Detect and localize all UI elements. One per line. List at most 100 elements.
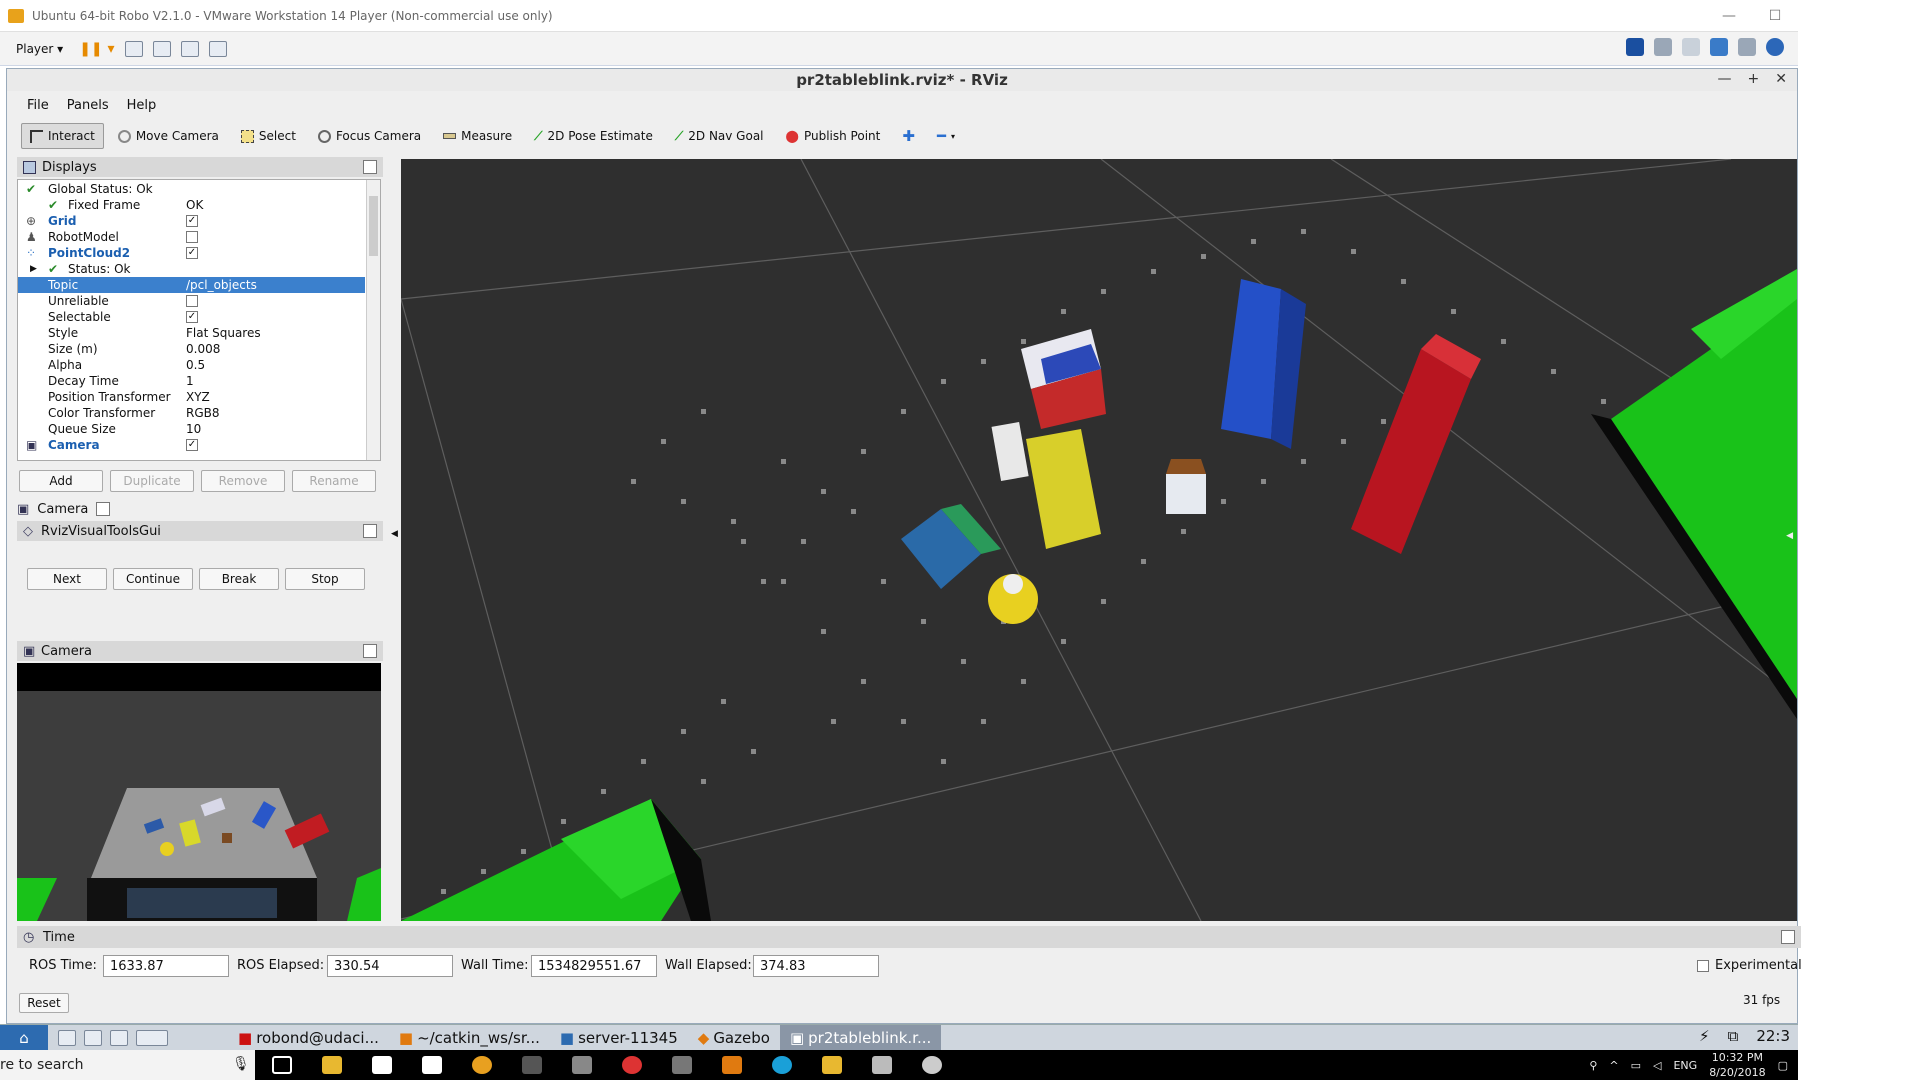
rviz-minimize-button[interactable]: — (1718, 71, 1732, 87)
vmware-taskbar-icon[interactable] (822, 1056, 842, 1074)
network-device-icon[interactable] (1626, 38, 1644, 56)
udacity-icon[interactable] (772, 1056, 792, 1074)
window-icon[interactable] (110, 1029, 128, 1046)
media-icon[interactable] (622, 1056, 642, 1074)
decay-row[interactable]: Decay Time 1 (18, 373, 365, 389)
alpha-value[interactable]: 0.5 (186, 358, 205, 372)
viewport-collapse-arrow-icon[interactable]: ◀ (1786, 531, 1793, 541)
unreliable-row[interactable]: Unreliable (18, 293, 365, 309)
queue-size-row[interactable]: Queue Size 10 (18, 421, 365, 437)
topic-value[interactable]: /pcl_objects (186, 278, 257, 292)
language-indicator[interactable]: ENG (1673, 1059, 1697, 1072)
taskbar-server[interactable]: ■ server-11345 (550, 1025, 688, 1051)
removable-devices-icon[interactable] (152, 40, 171, 57)
pose-estimate-tool-button[interactable]: ⟋ 2D Pose Estimate (526, 123, 661, 149)
move-camera-tool-button[interactable]: Move Camera (110, 123, 227, 149)
displays-scrollbar[interactable] (366, 180, 380, 460)
select-tool-button[interactable]: Select (233, 123, 304, 149)
remove-tool-button[interactable]: ━ ▾ (929, 123, 963, 149)
vm-maximize-button[interactable]: ☐ (1752, 0, 1798, 32)
ros-time-field[interactable]: 1633.87 (103, 955, 229, 977)
add-tool-button[interactable]: ✚ (894, 123, 923, 149)
size-value[interactable]: 0.008 (186, 342, 220, 356)
camera-tool-checkbox[interactable] (96, 502, 111, 516)
unity-icon[interactable] (208, 40, 227, 57)
style-value[interactable]: Flat Squares (186, 326, 261, 340)
decay-value[interactable]: 1 (186, 374, 194, 388)
power-icon[interactable]: ⚡ (1699, 1027, 1710, 1045)
store-icon[interactable] (372, 1056, 392, 1074)
game-icon[interactable] (672, 1056, 692, 1074)
workspace-icon[interactable] (136, 1029, 168, 1046)
wall-time-field[interactable]: 1534829551.67 (531, 955, 657, 977)
rename-display-button[interactable]: Rename (292, 470, 376, 492)
queue-size-value[interactable]: 10 (186, 422, 201, 436)
wall-elapsed-field[interactable]: 374.83 (753, 955, 879, 977)
status-ok-row[interactable]: ▶ ✔ Status: Ok (18, 261, 365, 277)
unreliable-checkbox[interactable] (186, 295, 198, 307)
rviz-close-button[interactable]: ✕ (1775, 71, 1787, 87)
fixed-frame-row[interactable]: ✔ Fixed Frame OK (18, 197, 365, 213)
pointcloud2-row[interactable]: ⁘ PointCloud2 ✓ (18, 245, 365, 261)
menu-help[interactable]: Help (127, 98, 157, 113)
files-icon[interactable] (58, 1029, 76, 1046)
global-status-row[interactable]: ✔ Global Status: Ok (18, 181, 365, 197)
next-button[interactable]: Next (27, 568, 107, 590)
pointcloud2-checkbox[interactable]: ✓ (186, 247, 198, 259)
fit-guest-icon[interactable] (180, 40, 199, 57)
network-icon[interactable]: ⧉ (1728, 1027, 1739, 1045)
window-app-icon[interactable] (872, 1056, 892, 1074)
scrollbar-thumb[interactable] (369, 196, 378, 256)
add-display-button[interactable]: Add (19, 470, 103, 492)
player-menu-button[interactable]: Player ▾ (10, 40, 69, 58)
ros-elapsed-field[interactable]: 330.54 (327, 955, 453, 977)
displays-float-checkbox[interactable] (363, 160, 377, 174)
visual-tools-float-checkbox[interactable] (363, 524, 377, 538)
camera-panel-float-checkbox[interactable] (363, 644, 377, 658)
grid-row[interactable]: ⊕ Grid ✓ (18, 213, 365, 229)
chrome-icon[interactable] (472, 1056, 492, 1074)
disk-device-icon[interactable] (1654, 38, 1672, 56)
focus-camera-tool-button[interactable]: Focus Camera (310, 123, 429, 149)
topic-row[interactable]: Topic/pcl_objects (18, 277, 365, 293)
selectable-checkbox[interactable]: ✓ (186, 311, 198, 323)
camera-checkbox[interactable]: ✓ (186, 439, 198, 451)
task-view-icon[interactable] (272, 1056, 292, 1074)
nav-goal-tool-button[interactable]: ⟋ 2D Nav Goal (667, 123, 772, 149)
taskbar-gazebo[interactable]: ◆ Gazebo (688, 1025, 780, 1051)
rviz-maximize-button[interactable]: + (1748, 71, 1760, 87)
alpha-row[interactable]: Alpha 0.5 (18, 357, 365, 373)
robot-model-row[interactable]: ♟ RobotModel (18, 229, 365, 245)
camera-row[interactable]: ▣ Camera ✓ (18, 437, 365, 453)
duplicate-display-button[interactable]: Duplicate (110, 470, 194, 492)
color-transformer-row[interactable]: Color Transformer RGB8 (18, 405, 365, 421)
interact-tool-button[interactable]: Interact (21, 123, 104, 149)
tray-network-icon[interactable]: ▭ (1631, 1059, 1641, 1072)
cd-device-icon[interactable] (1682, 38, 1700, 56)
microphone-icon[interactable]: 🎙 (232, 1056, 250, 1072)
taskbar-editor[interactable]: ■ ~/catkin_ws/sr... (389, 1025, 550, 1051)
style-row[interactable]: Style Flat Squares (18, 325, 365, 341)
tray-chevron-icon[interactable]: ^ (1609, 1059, 1618, 1072)
remove-display-button[interactable]: Remove (201, 470, 285, 492)
time-float-checkbox[interactable] (1781, 930, 1795, 944)
position-transformer-row[interactable]: Position Transformer XYZ (18, 389, 365, 405)
robot-model-checkbox[interactable] (186, 231, 198, 243)
color-transformer-value[interactable]: RGB8 (186, 406, 220, 420)
guest-menu-button[interactable]: ⌂ (0, 1024, 48, 1051)
expand-arrow-icon[interactable]: ▶ (30, 264, 37, 274)
camera-view[interactable] (17, 663, 381, 921)
collapse-panel-arrow-icon[interactable]: ◀ (391, 529, 398, 539)
help-device-icon[interactable] (1766, 38, 1784, 56)
size-row[interactable]: Size (m) 0.008 (18, 341, 365, 357)
taskbar-rviz[interactable]: ▣ pr2tableblink.r... (779, 1024, 942, 1051)
measure-tool-button[interactable]: Measure (435, 123, 520, 149)
3d-viewport[interactable]: ◀ (401, 159, 1797, 921)
sound-device-icon[interactable] (1738, 38, 1756, 56)
experimental-checkbox[interactable] (1697, 960, 1709, 972)
continue-button[interactable]: Continue (113, 568, 193, 590)
pause-icon[interactable]: ❚❚ ▾ (79, 41, 114, 57)
reset-button[interactable]: Reset (19, 993, 69, 1013)
position-transformer-value[interactable]: XYZ (186, 390, 210, 404)
windows-search-box[interactable]: re to search 🎙 (0, 1050, 255, 1080)
